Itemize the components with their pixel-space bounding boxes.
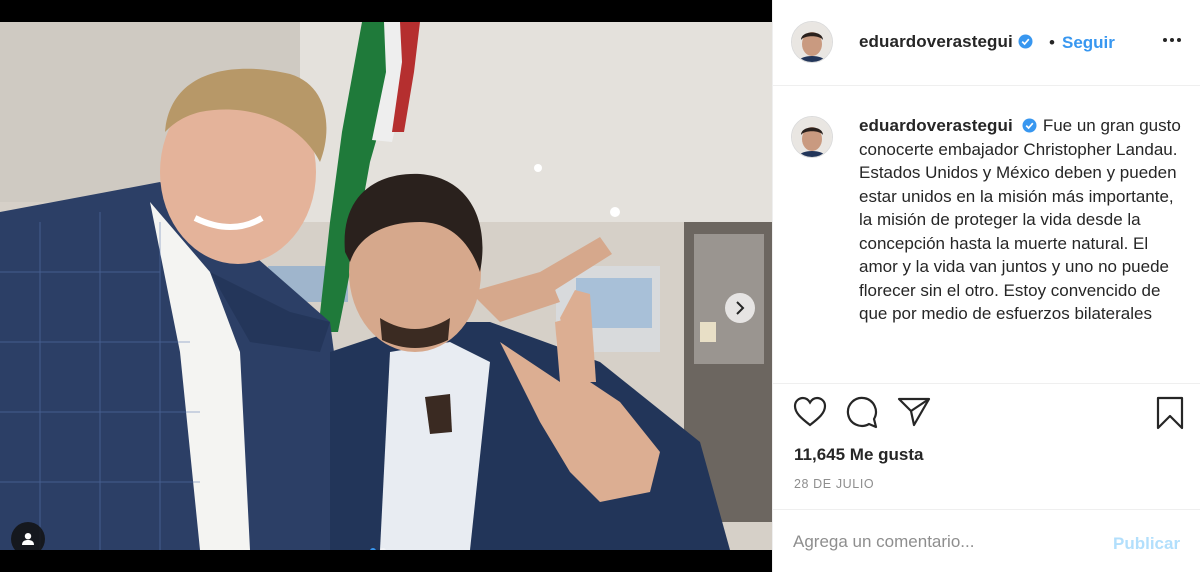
more-options-button[interactable] xyxy=(1163,38,1181,42)
carousel-indicator xyxy=(370,548,386,550)
save-button[interactable] xyxy=(1156,396,1184,435)
post-details-panel: eduardoverastegui • Seguir eduardoverast… xyxy=(772,0,1200,572)
author-avatar[interactable] xyxy=(791,21,833,63)
comment-button[interactable] xyxy=(845,396,879,435)
post-actions xyxy=(773,396,1200,436)
next-photo-button[interactable] xyxy=(725,293,755,323)
carousel-dot xyxy=(380,548,386,550)
author-username[interactable]: eduardoverastegui xyxy=(859,32,1013,51)
more-dot xyxy=(1170,38,1174,42)
follow-button[interactable]: Seguir xyxy=(1062,33,1115,53)
author-name-row: eduardoverastegui xyxy=(859,32,1033,52)
comment-bubble-icon xyxy=(846,396,878,429)
share-button[interactable] xyxy=(897,396,931,433)
paper-plane-icon xyxy=(897,397,931,427)
header-separator: • xyxy=(1049,33,1055,52)
post-media[interactable] xyxy=(0,22,772,550)
avatar-image xyxy=(792,22,832,62)
likes-count[interactable]: 11,645 Me gusta xyxy=(794,445,923,465)
publish-comment-button[interactable]: Publicar xyxy=(1113,534,1180,554)
comment-input[interactable] xyxy=(793,528,1093,556)
chevron-right-icon xyxy=(736,301,745,315)
post-photo xyxy=(0,22,772,550)
caption-area: eduardoverastegui Fue un gran gusto cono… xyxy=(773,86,1200,384)
like-button[interactable] xyxy=(793,396,827,433)
user-tag-icon xyxy=(22,533,34,545)
caption-author-avatar[interactable] xyxy=(791,116,833,158)
tagged-users-button[interactable] xyxy=(11,522,45,550)
caption-text: Fue un gran gusto conocerte embajador Ch… xyxy=(859,116,1181,323)
more-dot xyxy=(1177,38,1181,42)
heart-icon xyxy=(793,396,827,427)
post-caption: eduardoverastegui Fue un gran gusto cono… xyxy=(859,114,1181,326)
more-options-icon xyxy=(1163,38,1167,42)
post-date[interactable]: 28 DE JULIO xyxy=(794,477,874,491)
verified-badge-icon xyxy=(1018,34,1033,49)
add-comment-bar: Publicar xyxy=(773,509,1200,572)
carousel-dot-active xyxy=(370,548,376,550)
caption-username[interactable]: eduardoverastegui xyxy=(859,116,1013,135)
bookmark-icon xyxy=(1156,396,1184,430)
post-header: eduardoverastegui • Seguir xyxy=(773,0,1200,86)
avatar-image xyxy=(792,117,832,157)
verified-badge-icon xyxy=(1022,118,1037,133)
